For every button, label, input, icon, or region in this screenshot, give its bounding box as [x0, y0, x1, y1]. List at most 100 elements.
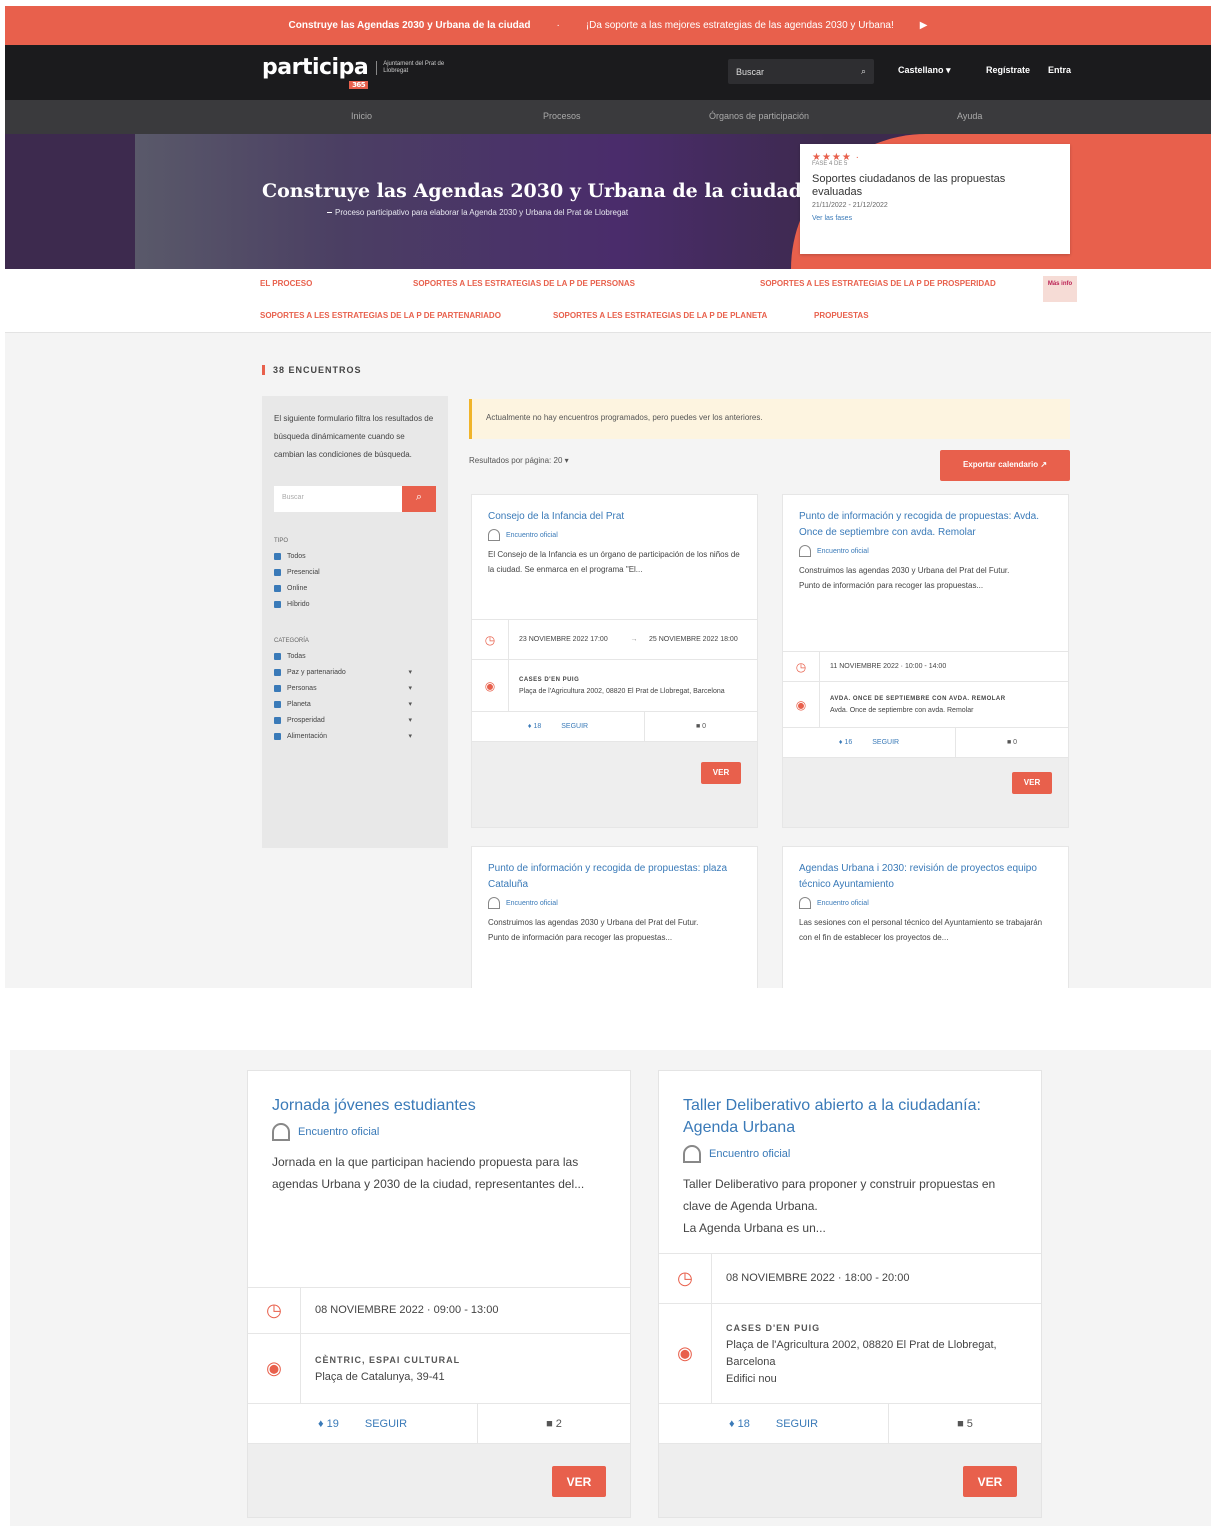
- meeting-title[interactable]: Agendas Urbana i 2030: revisión de proye…: [783, 847, 1068, 893]
- view-button[interactable]: VER: [1012, 772, 1052, 794]
- chevron-down-icon[interactable]: ▾: [408, 684, 412, 692]
- meeting-footer: ♦ 19 SEGUIR ■ 2 VER: [248, 1403, 630, 1517]
- follow-button[interactable]: SEGUIR: [365, 1418, 407, 1430]
- category-option[interactable]: Alimentación ▾: [274, 728, 436, 744]
- meeting-title[interactable]: Punto de información y recogida de propu…: [783, 495, 1068, 541]
- meeting-title[interactable]: Jornada jóvenes estudiantes: [248, 1071, 630, 1117]
- meeting-title[interactable]: Consejo de la Infancia del Prat: [472, 495, 757, 525]
- language-selector[interactable]: Castellano ▾: [898, 65, 951, 76]
- meeting-place-row: ◉ CÈNTRIC, ESPAI CULTURAL Plaça de Catal…: [248, 1333, 630, 1403]
- subnav-propuestas[interactable]: PROPUESTAS: [814, 311, 869, 320]
- meeting-type: Encuentro oficial: [472, 525, 757, 541]
- meeting-title[interactable]: Punto de información y recogida de propu…: [472, 847, 757, 893]
- map-pin-icon: ◉: [266, 1358, 282, 1378]
- announcement-cta[interactable]: ¡Da soporte a las mejores estrategias de…: [586, 20, 894, 31]
- meeting-description: Taller Deliberativo para proponer y cons…: [683, 1177, 996, 1235]
- search-icon[interactable]: ⌕: [861, 66, 866, 77]
- meeting-title[interactable]: Taller Deliberativo abierto a la ciudada…: [659, 1071, 1041, 1139]
- follow-button[interactable]: SEGUIR: [872, 739, 899, 746]
- meeting-footer: ♦ 16 SEGUIR ■ 0 VER: [783, 727, 1068, 827]
- meeting-description: Las sesiones con el personal técnico del…: [799, 918, 1043, 942]
- follow-button[interactable]: SEGUIR: [561, 723, 588, 730]
- checkbox-icon[interactable]: [274, 584, 281, 592]
- checkbox-icon[interactable]: [274, 600, 281, 608]
- checkbox-icon[interactable]: [274, 684, 281, 692]
- phase-dates: 21/11/2022 - 21/12/2022: [812, 202, 888, 209]
- category-option[interactable]: Paz y partenariado ▾: [274, 664, 436, 680]
- date-end: 25 NOVIEMBRE 2022 18:00: [649, 636, 738, 643]
- subnav-proceso[interactable]: EL PROCESO: [260, 279, 312, 288]
- endorse-button[interactable]: ♦ 16: [839, 739, 852, 746]
- type-option[interactable]: Online: [274, 580, 436, 596]
- category-option[interactable]: Prosperidad ▾: [274, 712, 436, 728]
- process-subnav: EL PROCESO SOPORTES A LES ESTRATEGIAS DE…: [5, 269, 1211, 333]
- type-option[interactable]: Híbrido: [274, 596, 436, 612]
- view-button[interactable]: VER: [963, 1466, 1017, 1497]
- filter-search-input[interactable]: Buscar: [274, 486, 402, 512]
- comments-count[interactable]: ■ 0: [645, 723, 757, 730]
- subnav-partenariado[interactable]: SOPORTES A LES ESTRATEGIAS DE LA P DE PA…: [260, 311, 501, 320]
- export-calendar-button[interactable]: Exportar calendario ↗: [940, 450, 1070, 481]
- checkbox-icon[interactable]: [274, 716, 281, 724]
- hero-left-fill: [5, 134, 135, 269]
- announcement-bar[interactable]: Construye las Agendas 2030 y Urbana de l…: [5, 6, 1211, 45]
- comments-count[interactable]: ■ 5: [889, 1418, 1041, 1430]
- view-button[interactable]: VER: [552, 1466, 606, 1497]
- meeting-dates: 23 NOVIEMBRE 2022 17:00 → 25 NOVIEMBRE 2…: [508, 620, 757, 659]
- category-option[interactable]: Personas ▾: [274, 680, 436, 696]
- checkbox-icon[interactable]: [274, 552, 281, 560]
- avatar-icon: [488, 897, 500, 909]
- meeting-description: Construimos las agendas 2030 y Urbana de…: [799, 566, 1010, 590]
- chevron-down-icon[interactable]: ▾: [408, 716, 412, 724]
- chevron-down-icon[interactable]: ▾: [408, 700, 412, 708]
- register-link[interactable]: Regístrate: [986, 65, 1030, 75]
- chevron-down-icon[interactable]: ▾: [408, 668, 412, 676]
- type-option[interactable]: Presencial: [274, 564, 436, 580]
- phase-link[interactable]: Ver las fases: [812, 215, 1058, 222]
- category-option[interactable]: Todas: [274, 648, 436, 664]
- header-search-input[interactable]: Buscar ⌕: [728, 59, 874, 84]
- meeting-date-row: ◷ 23 NOVIEMBRE 2022 17:00 → 25 NOVIEMBRE…: [472, 619, 757, 659]
- comments-count[interactable]: ■ 2: [478, 1418, 630, 1430]
- checkbox-icon[interactable]: [274, 700, 281, 708]
- page: Construye las Agendas 2030 y Urbana de l…: [0, 0, 1211, 1526]
- avatar-icon: [799, 545, 811, 557]
- logo[interactable]: participa 365 Ajuntament del Prat de Llob…: [262, 55, 456, 89]
- checkbox-icon[interactable]: [274, 652, 281, 660]
- checkbox-icon[interactable]: [274, 668, 281, 676]
- login-link[interactable]: Entra: [1048, 65, 1071, 75]
- subnav-personas[interactable]: SOPORTES A LES ESTRATEGIAS DE LA P DE PE…: [413, 279, 635, 288]
- chevron-down-icon[interactable]: ▾: [408, 732, 412, 740]
- nav-item-organos[interactable]: Órganos de participación: [709, 111, 809, 121]
- subnav-more-button[interactable]: Más info: [1043, 276, 1077, 302]
- meeting-place-row: ◉ AVDA. ONCE DE SEPTIEMBRE CON AVDA. REM…: [783, 681, 1068, 727]
- subnav-planeta[interactable]: SOPORTES A LES ESTRATEGIAS DE LA P DE PL…: [553, 311, 767, 320]
- nav-item-ayuda[interactable]: Ayuda: [957, 111, 982, 121]
- avatar-icon: [799, 897, 811, 909]
- meeting-date-row: ◷ 08 NOVIEMBRE 2022 · 09:00 - 13:00: [248, 1287, 630, 1333]
- view-button[interactable]: VER: [701, 762, 741, 784]
- endorse-button[interactable]: ♦ 19: [318, 1418, 339, 1430]
- follow-button[interactable]: SEGUIR: [776, 1418, 818, 1430]
- checkbox-icon[interactable]: [274, 568, 281, 576]
- endorse-button[interactable]: ♦ 18: [729, 1418, 750, 1430]
- meeting-card: Punto de información y recogida de propu…: [782, 494, 1069, 828]
- announcement-headline[interactable]: Construye las Agendas 2030 y Urbana de l…: [289, 20, 531, 31]
- meeting-actions: ♦ 19 SEGUIR ■ 2: [248, 1404, 630, 1444]
- subnav-prosperidad[interactable]: SOPORTES A LES ESTRATEGIAS DE LA P DE PR…: [760, 279, 996, 288]
- filters-note: El siguiente formulario filtra los resul…: [274, 414, 434, 459]
- search-placeholder: Buscar: [736, 66, 765, 77]
- comments-count[interactable]: ■ 0: [956, 739, 1068, 746]
- per-page-select[interactable]: Resultados por página: 20 ▾: [469, 456, 569, 465]
- nav-item-inicio[interactable]: Inicio: [351, 111, 372, 121]
- category-filter-label: CATEGORÍA: [274, 638, 309, 644]
- clock-icon: ◷: [484, 632, 496, 647]
- category-option[interactable]: Planeta ▾: [274, 696, 436, 712]
- search-icon[interactable]: ⌕: [402, 486, 436, 512]
- nav-item-procesos[interactable]: Procesos: [543, 111, 581, 121]
- checkbox-icon[interactable]: [274, 732, 281, 740]
- meeting-type: Encuentro oficial: [783, 541, 1068, 557]
- endorse-button[interactable]: ♦ 18: [528, 723, 541, 730]
- type-option[interactable]: Todos: [274, 548, 436, 564]
- meeting-place: CÈNTRIC, ESPAI CULTURAL Plaça de Catalun…: [300, 1334, 630, 1403]
